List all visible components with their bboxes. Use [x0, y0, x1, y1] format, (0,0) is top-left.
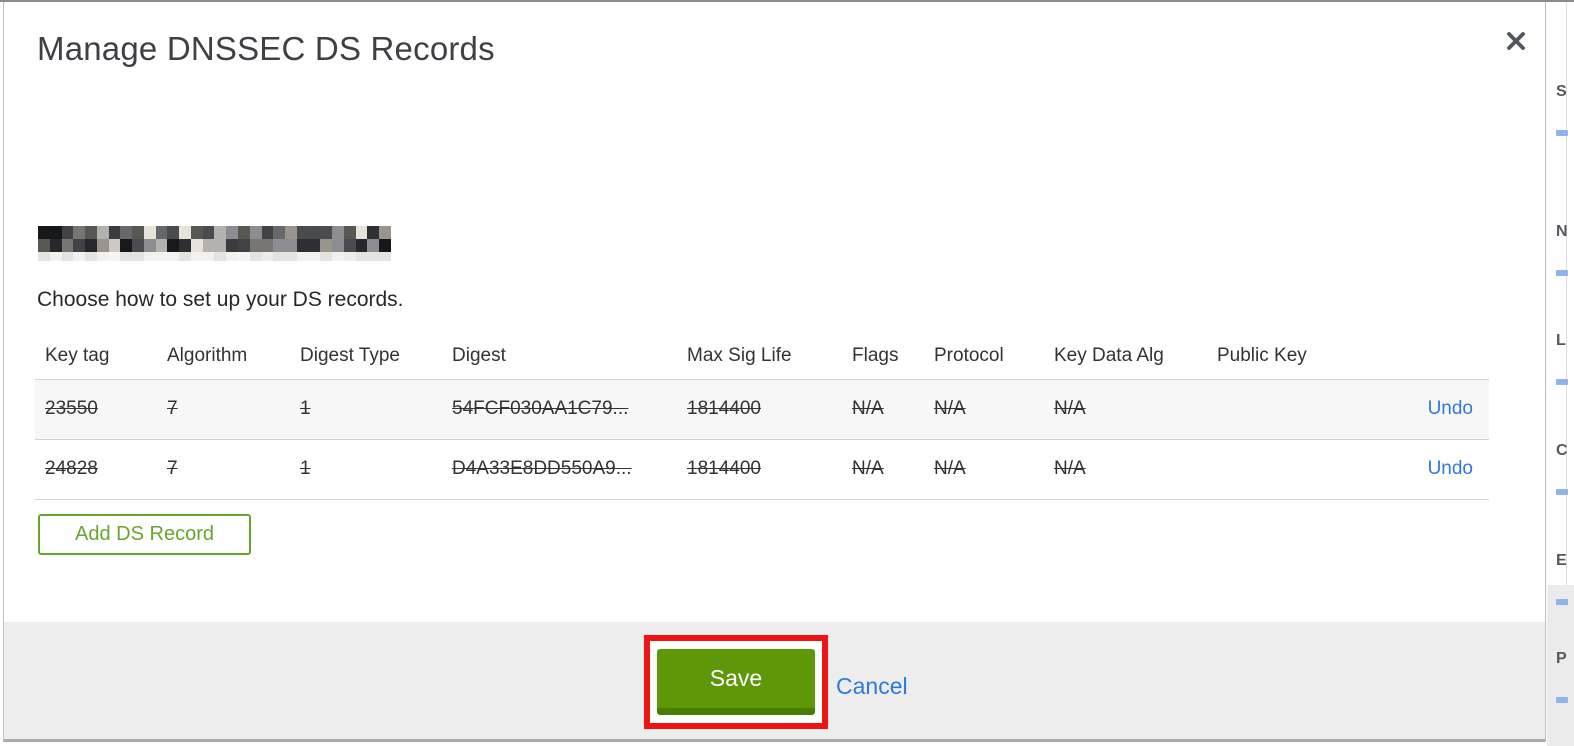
key-tag-value: 24828 [45, 458, 98, 479]
domain-name-redacted [38, 226, 391, 261]
background-text-fragment: S [1556, 83, 1567, 100]
add-ds-record-button[interactable]: Add DS Record [38, 514, 251, 555]
max-sig-life-value: 1814400 [687, 398, 761, 419]
background-link-fragment [1556, 599, 1568, 605]
col-header-protocol: Protocol [934, 344, 1004, 366]
col-header-key-data-alg: Key Data Alg [1054, 344, 1164, 366]
background-link-fragment [1556, 270, 1568, 276]
key-data-alg-value: N/A [1054, 458, 1086, 479]
background-text-fragment: L [1556, 332, 1566, 349]
background-text-fragment: C [1556, 442, 1568, 459]
col-header-flags: Flags [852, 344, 899, 366]
annotation-highlight-box: Save [644, 635, 828, 729]
table-header-row: Key tag Algorithm Digest Type Digest Max… [35, 333, 1489, 379]
background-page-strip: S N L C E P [1547, 0, 1574, 746]
protocol-value: N/A [934, 398, 966, 419]
col-header-digest-type: Digest Type [300, 344, 400, 366]
save-button[interactable]: Save [657, 649, 815, 715]
digest-value: 54FCF030AA1C79... [452, 398, 629, 419]
undo-link[interactable]: Undo [1428, 458, 1473, 479]
page-top-border [0, 0, 1574, 2]
key-data-alg-value: N/A [1054, 398, 1086, 419]
cancel-link[interactable]: Cancel [836, 673, 908, 700]
background-link-fragment [1556, 130, 1568, 136]
digest-type-value: 1 [300, 398, 311, 419]
digest-value: D4A33E8DD550A9... [452, 458, 632, 479]
protocol-value: N/A [934, 458, 966, 479]
col-header-key-tag: Key tag [45, 344, 110, 366]
table-row: 23550 7 1 54FCF030AA1C79... 1814400 N/A … [35, 379, 1489, 439]
intro-text: Choose how to set up your DS records. [37, 288, 404, 311]
modal-footer: Save Cancel [4, 622, 1545, 739]
ds-records-table: Key tag Algorithm Digest Type Digest Max… [35, 333, 1489, 500]
background-link-fragment [1556, 379, 1568, 385]
manage-dnssec-modal: Manage DNSSEC DS Records Choose how to s… [3, 2, 1546, 742]
background-text-fragment: E [1556, 552, 1567, 569]
undo-link[interactable]: Undo [1428, 398, 1473, 419]
background-text-fragment: P [1556, 650, 1567, 667]
flags-value: N/A [852, 398, 884, 419]
background-link-fragment [1556, 697, 1568, 703]
screenshot-root: { "modal": { "title": "Manage DNSSEC DS … [0, 0, 1574, 746]
col-header-max-sig-life: Max Sig Life [687, 344, 792, 366]
col-header-algorithm: Algorithm [167, 344, 248, 366]
col-header-public-key: Public Key [1217, 344, 1307, 366]
algorithm-value: 7 [167, 398, 178, 419]
flags-value: N/A [852, 458, 884, 479]
digest-type-value: 1 [300, 458, 311, 479]
max-sig-life-value: 1814400 [687, 458, 761, 479]
close-icon [1505, 30, 1527, 55]
col-header-actions [1357, 333, 1489, 379]
key-tag-value: 23550 [45, 398, 98, 419]
background-text-fragment: N [1556, 223, 1568, 240]
table-row: 24828 7 1 D4A33E8DD550A9... 1814400 N/A … [35, 439, 1489, 499]
page-title: Manage DNSSEC DS Records [37, 30, 495, 67]
background-link-fragment [1556, 489, 1568, 495]
close-button[interactable] [1496, 22, 1536, 62]
algorithm-value: 7 [167, 458, 178, 479]
col-header-digest: Digest [452, 344, 506, 366]
